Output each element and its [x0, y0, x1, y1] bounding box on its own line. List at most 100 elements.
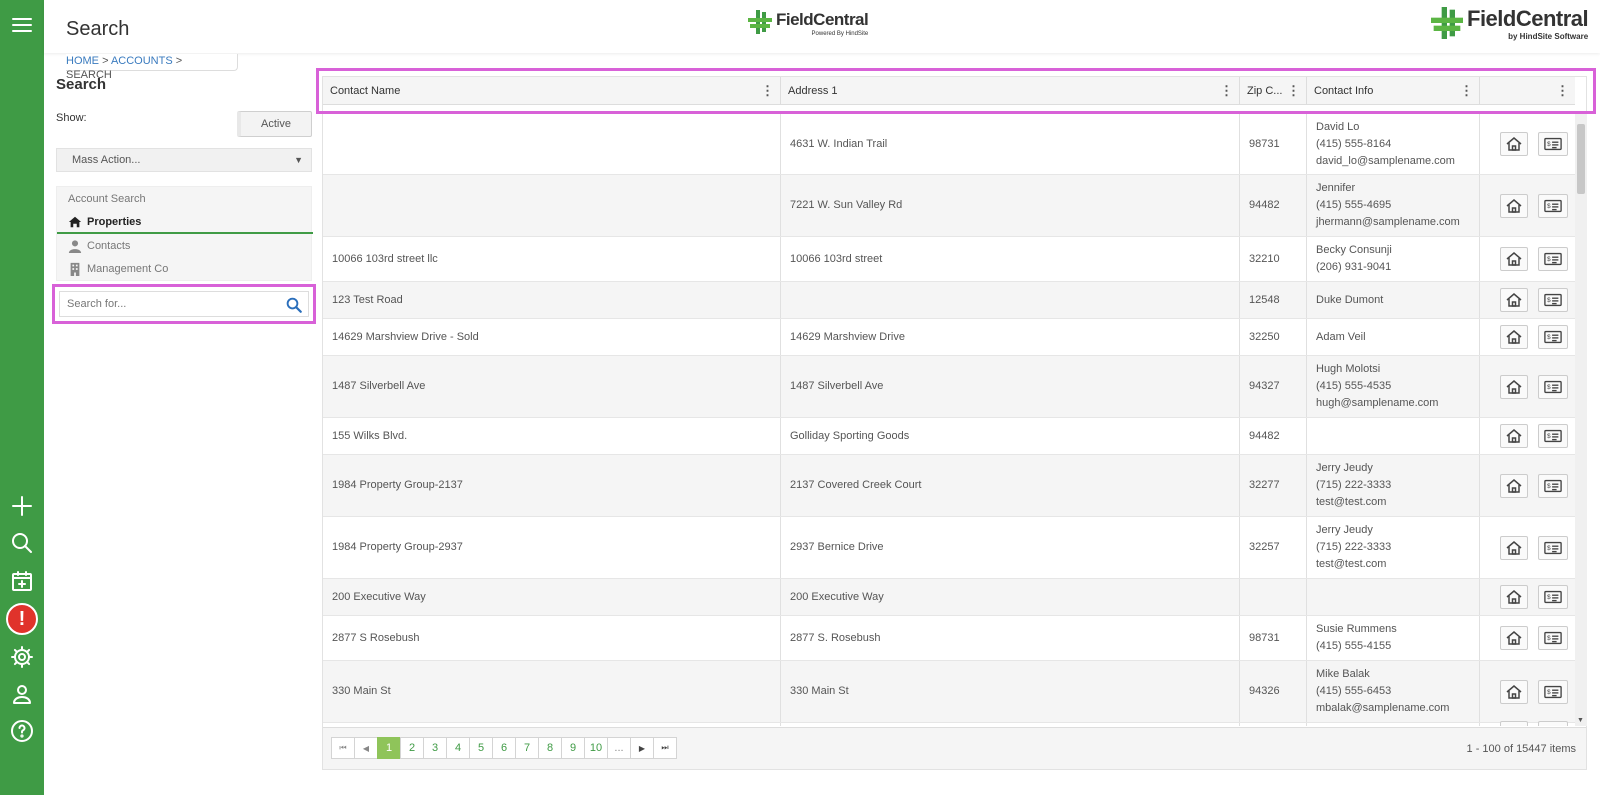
column-header-address[interactable]: Address 1 ⋮ [781, 77, 1240, 105]
invoice-button[interactable]: $ [1537, 679, 1568, 704]
invoice-button[interactable]: $ [1537, 535, 1568, 560]
view-property-button[interactable] [1499, 193, 1528, 218]
table-row[interactable]: 1487 Silverbell Ave 1487 Silverbell Ave 94… [323, 356, 1575, 418]
view-property-button[interactable] [1499, 288, 1528, 312]
cell-zip: 94482 [1240, 418, 1307, 454]
invoice-button[interactable]: $ [1537, 424, 1568, 448]
pager-page-button[interactable]: 2 [400, 737, 424, 759]
contact-info-line: Adam Veil [1316, 330, 1366, 343]
table-row[interactable]: 10066 103rd street llc 10066 103rd street… [323, 237, 1575, 282]
pager-first-button[interactable]: ⏮ [331, 737, 355, 759]
cell-contact-name-text: 155 Wilks Blvd. [332, 429, 408, 442]
view-property-button[interactable] [1499, 374, 1528, 399]
view-property-button[interactable] [1499, 247, 1528, 271]
invoice-button[interactable]: $ [1537, 132, 1568, 156]
column-header-contact-info[interactable]: Contact Info ⋮ [1307, 77, 1480, 105]
invoice-button[interactable]: $ [1537, 473, 1568, 498]
cell-zip: 94482 [1240, 175, 1307, 236]
cell-address: 200 Executive Way [781, 579, 1240, 615]
pager-page-button[interactable]: 10 [584, 737, 608, 759]
column-header-actions[interactable]: ⋮ [1480, 77, 1575, 105]
account-search-item-management-co[interactable]: Management Co [68, 260, 168, 278]
view-property-button[interactable] [1499, 626, 1528, 650]
invoice-button[interactable]: $ [1537, 585, 1568, 609]
column-header-contact-name[interactable]: Contact Name ⋮ [323, 77, 781, 105]
column-menu-icon[interactable]: ⋮ [761, 77, 774, 105]
column-menu-icon[interactable]: ⋮ [1287, 77, 1300, 105]
pager-last-button[interactable]: ⏭ [653, 737, 677, 759]
table-row[interactable]: 123 Test Road 12548 Duke Dumont $ [323, 282, 1575, 319]
cell-contact-name: 1984 Property Group-2937 [323, 517, 781, 578]
contact-info-line: Becky Consunji [1316, 244, 1392, 256]
pager-page-button[interactable]: 4 [446, 737, 470, 759]
column-menu-icon[interactable]: ⋮ [1220, 77, 1233, 105]
pager-next-button[interactable]: ▶ [630, 737, 654, 759]
cell-contact-info: Becky Consunji (206) 931-9041 [1307, 237, 1480, 281]
table-row[interactable]: 330 Main St 330 Main St 94326 Mike Balak (41… [323, 661, 1575, 723]
view-property-button[interactable] [1499, 132, 1528, 156]
table-row[interactable]: 1984 Property Group-2937 2937 Bernice Dri… [323, 517, 1575, 579]
table-row[interactable]: 155 Wilks Blvd. Golliday Sporting Goods 94… [323, 418, 1575, 455]
cell-contact-name: 10066 103rd street llc [323, 237, 781, 281]
pager-prev-button[interactable]: ◀ [354, 737, 378, 759]
account-search-item-contacts[interactable]: Contacts [68, 237, 130, 255]
scroll-down-arrow-icon[interactable]: ▼ [1577, 717, 1584, 724]
table-row[interactable]: 200 Executive Way 200 Executive Way $ [323, 579, 1575, 616]
view-property-button[interactable] [1499, 585, 1528, 609]
hamburger-menu-icon[interactable] [0, 9, 44, 41]
column-header-zip[interactable]: Zip C... ⋮ [1240, 77, 1307, 105]
scrollbar-thumb[interactable] [1577, 124, 1585, 194]
view-property-button[interactable] [1499, 720, 1528, 726]
pager-page-button[interactable]: 5 [469, 737, 493, 759]
view-property-button[interactable] [1499, 679, 1528, 704]
invoice-button[interactable]: $ [1537, 720, 1568, 726]
user-icon[interactable] [0, 678, 44, 710]
breadcrumb-home-link[interactable]: HOME [66, 55, 99, 67]
cell-zip-text: 94482 [1249, 199, 1280, 211]
table-row[interactable]: 1984 Property Group-2137 2137 Covered Cre… [323, 455, 1575, 517]
pager-page-button[interactable]: 8 [538, 737, 562, 759]
pager-page-button[interactable]: 6 [492, 737, 516, 759]
invoice-button[interactable]: $ [1537, 193, 1568, 218]
pager-page-button[interactable]: 3 [423, 737, 447, 759]
table-row[interactable]: 14629 Marshview Drive - Sold 14629 Marshv… [323, 319, 1575, 356]
breadcrumb-accounts-link[interactable]: ACCOUNTS [111, 55, 173, 67]
cell-address: 7221 W. Sun Valley Rd [781, 175, 1240, 236]
invoice-icon: $ [1543, 684, 1562, 700]
table-row[interactable]: 7221 W. Sun Valley Rd 94482 Jennifer (415) … [323, 175, 1575, 237]
add-icon[interactable] [0, 490, 44, 522]
column-menu-icon[interactable]: ⋮ [1556, 77, 1569, 105]
search-icon[interactable] [285, 296, 303, 314]
search-input[interactable] [59, 291, 309, 317]
invoice-button[interactable]: $ [1537, 325, 1568, 349]
view-property-button[interactable] [1499, 325, 1528, 349]
active-toggle-button[interactable]: Active [237, 111, 312, 137]
pager-page-button[interactable]: 9 [561, 737, 585, 759]
cell-zip-text: 32250 [1249, 330, 1280, 343]
pager-page-button[interactable]: 1 [377, 737, 401, 759]
search-icon[interactable] [0, 527, 44, 559]
account-search-item-properties[interactable]: Properties [68, 213, 141, 231]
table-row[interactable]: $ [323, 720, 1575, 726]
view-property-button[interactable] [1499, 424, 1528, 448]
mass-action-dropdown[interactable]: Mass Action... ▼ [56, 148, 312, 172]
calendar-add-icon[interactable] [0, 565, 44, 597]
cell-contact-info [1307, 723, 1480, 726]
house-icon [1505, 292, 1523, 308]
view-property-button[interactable] [1499, 473, 1528, 498]
cell-actions: $ [1480, 114, 1575, 174]
grid-scrollbar[interactable]: ▼ [1575, 114, 1587, 726]
column-menu-icon[interactable]: ⋮ [1460, 77, 1473, 105]
view-property-button[interactable] [1499, 535, 1528, 560]
gear-icon[interactable] [0, 641, 44, 673]
invoice-button[interactable]: $ [1537, 626, 1568, 650]
invoice-button[interactable]: $ [1537, 247, 1568, 271]
table-row[interactable]: 2877 S Rosebush 2877 S. Rosebush 98731 Susi… [323, 616, 1575, 661]
pager-page-button[interactable]: ... [607, 737, 631, 759]
table-row[interactable]: 4631 W. Indian Trail 98731 David Lo (415) 5… [323, 114, 1575, 175]
invoice-button[interactable]: $ [1537, 288, 1568, 312]
help-icon[interactable] [0, 715, 44, 747]
invoice-button[interactable]: $ [1537, 374, 1568, 399]
pager-page-button[interactable]: 7 [515, 737, 539, 759]
alert-icon[interactable]: ! [0, 603, 44, 635]
